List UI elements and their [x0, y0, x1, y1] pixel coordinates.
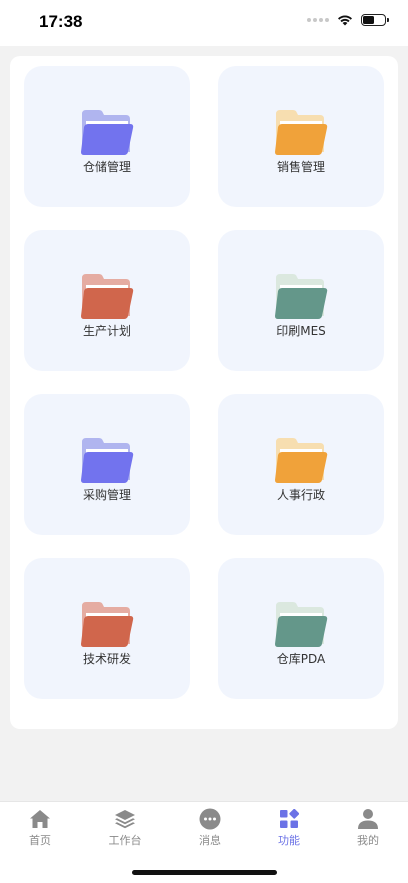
folder-icon	[275, 602, 328, 647]
function-tile[interactable]: 技术研发	[24, 558, 190, 699]
function-tile[interactable]: 仓库PDA	[218, 558, 384, 699]
tile-label: 生产计划	[82, 324, 131, 338]
folder-front	[81, 124, 134, 155]
folder-icon	[81, 438, 134, 483]
function-tile[interactable]: 人事行政	[218, 394, 384, 535]
home-icon	[29, 808, 51, 830]
tab-label: 工作台	[108, 834, 142, 847]
user-icon	[357, 808, 379, 830]
folder-front	[81, 288, 134, 319]
tile-label: 人事行政	[276, 488, 325, 502]
status-bar: 17:38	[0, 0, 408, 46]
wifi-icon	[338, 15, 352, 26]
function-tile[interactable]: 销售管理	[218, 66, 384, 207]
status-icons	[307, 14, 389, 26]
folder-front	[275, 288, 328, 319]
battery-level	[363, 16, 374, 24]
tab-label: 我的	[357, 834, 379, 847]
function-tile[interactable]: 印刷MES	[218, 230, 384, 371]
chat-bubble-icon	[199, 808, 221, 830]
tab-label: 功能	[278, 834, 300, 847]
function-tile[interactable]: 仓储管理	[24, 66, 190, 207]
battery-icon	[361, 14, 389, 26]
tab-item[interactable]: 功能	[259, 808, 319, 852]
tab-item[interactable]: 我的	[338, 808, 398, 852]
folder-front	[275, 452, 328, 483]
folder-front	[81, 452, 134, 483]
tile-label: 技术研发	[82, 652, 131, 666]
tile-label: 印刷MES	[276, 324, 326, 338]
layers-icon	[114, 808, 136, 830]
function-tile[interactable]: 采购管理	[24, 394, 190, 535]
grid-apps-icon	[279, 808, 299, 830]
folder-front	[275, 124, 328, 155]
signal-icon	[307, 18, 329, 22]
folder-icon	[275, 110, 328, 155]
folder-icon	[275, 274, 328, 319]
folder-icon	[81, 110, 134, 155]
folder-icon	[81, 274, 134, 319]
tile-label: 仓库PDA	[276, 652, 326, 666]
tab-label: 消息	[199, 834, 221, 847]
function-card: 仓储管理 销售管理生产计划 印刷MES 采购管理 人事行政技术研发 仓库PDA	[10, 56, 398, 729]
tab-item[interactable]: 工作台	[95, 808, 155, 852]
tab-label: 首页	[29, 834, 51, 847]
tile-label: 销售管理	[276, 160, 325, 174]
tile-label: 仓储管理	[82, 160, 131, 174]
tab-item[interactable]: 消息	[180, 808, 240, 852]
tab-item[interactable]: 首页	[10, 808, 70, 852]
function-tile[interactable]: 生产计划	[24, 230, 190, 371]
tile-label: 采购管理	[82, 488, 131, 502]
folder-icon	[81, 602, 134, 647]
folder-icon	[275, 438, 328, 483]
folder-front	[81, 616, 134, 647]
home-indicator[interactable]	[132, 870, 277, 875]
status-time: 17:38	[39, 12, 83, 31]
folder-front	[275, 616, 328, 647]
